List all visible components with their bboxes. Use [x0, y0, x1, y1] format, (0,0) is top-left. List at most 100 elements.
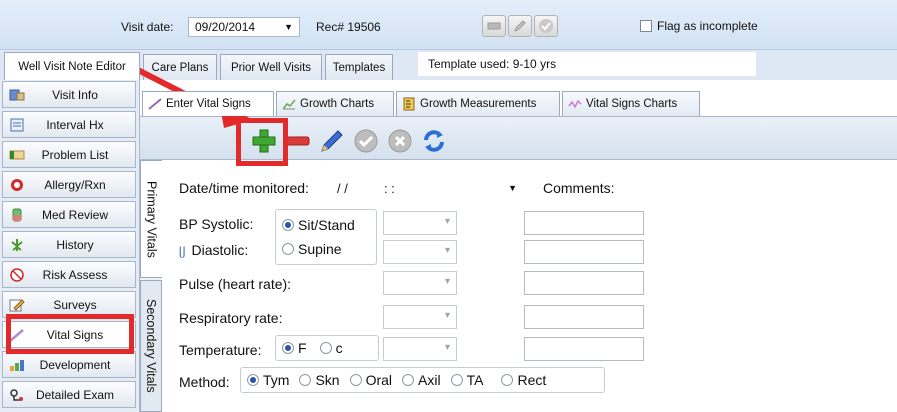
bp-systolic-dropdown[interactable] [383, 211, 457, 235]
method-label: Method: [179, 374, 230, 390]
header-edit-button[interactable] [508, 15, 532, 37]
edit-vitals-button[interactable] [318, 127, 346, 155]
radio-supine[interactable] [282, 243, 294, 255]
bp-position-group: Sit/Stand Supine [275, 209, 377, 265]
temp-unit-f[interactable]: F [282, 340, 307, 356]
highlight-vital-signs [6, 314, 134, 354]
note-icon [487, 22, 501, 30]
radio-sit-stand[interactable] [282, 219, 294, 231]
refresh-icon [424, 130, 444, 152]
method-oral[interactable]: Oral [349, 372, 392, 388]
chevron-down-icon: ▼ [284, 22, 293, 32]
method-ta[interactable]: TA [450, 372, 483, 388]
position-sit-stand[interactable]: Sit/Stand [282, 217, 355, 233]
sidebar-item-history[interactable]: History [2, 231, 136, 258]
bp-diastolic-dropdown[interactable] [383, 240, 457, 264]
radio-ta[interactable] [450, 374, 463, 386]
header-accept-button[interactable] [534, 15, 558, 37]
tab-secondary-vitals[interactable]: Secondary Vitals [140, 280, 162, 412]
sidebar: Visit Info Interval Hx Problem List Alle… [0, 80, 140, 412]
bp-systolic-label: BP Systolic: [179, 216, 254, 232]
bp-diastolic-row: ᥩ Diastolic: [179, 242, 248, 258]
tab-templates[interactable]: Templates [325, 54, 393, 80]
header-note-button[interactable] [482, 15, 506, 37]
bp-diastolic-comment[interactable] [524, 240, 644, 264]
allergy-icon [9, 177, 25, 193]
tab-primary-vitals[interactable]: Primary Vitals [140, 160, 162, 278]
pencil-icon [514, 20, 526, 32]
respiratory-label: Respiratory rate: [179, 310, 283, 326]
visit-date-select[interactable]: 09/20/2014 ▼ [188, 17, 300, 37]
bp-cuff-icon: ᥩ [179, 242, 186, 257]
tab-vital-signs-charts[interactable]: Vital Signs Charts [562, 91, 700, 116]
method-skn[interactable]: Skn [299, 372, 340, 388]
radio-f[interactable] [282, 342, 294, 354]
temperature-unit-group: F c [275, 335, 379, 361]
edit-icon [321, 130, 343, 152]
pulse-comment[interactable] [524, 271, 644, 295]
temp-unit-c[interactable]: c [319, 340, 343, 356]
primary-vitals-form: Date/time monitored: / / : : ▼ Comments:… [162, 160, 897, 412]
accept-icon [354, 129, 378, 153]
sidebar-item-interval-hx[interactable]: Interval Hx [2, 111, 136, 138]
surveys-icon [9, 297, 25, 313]
pulse-label: Pulse (heart rate): [179, 276, 292, 292]
bp-systolic-comment[interactable] [524, 211, 644, 235]
tab-growth-measurements[interactable]: Growth Measurements [396, 91, 560, 116]
temperature-dropdown[interactable] [383, 337, 457, 361]
growth-chart-icon [282, 99, 296, 110]
temperature-comment[interactable] [524, 337, 644, 361]
pulse-dropdown[interactable] [383, 271, 457, 295]
datetime-input[interactable]: / / : : ▼ [325, 176, 521, 200]
accept-vitals-button[interactable] [352, 127, 380, 155]
tab-prior-well-visits[interactable]: Prior Well Visits [220, 54, 322, 80]
tab-well-visit-note-editor[interactable]: Well Visit Note Editor [4, 52, 140, 80]
sidebar-item-risk-assess[interactable]: Risk Assess [2, 261, 136, 288]
refresh-vitals-button[interactable] [420, 127, 448, 155]
respiratory-dropdown[interactable] [383, 305, 457, 329]
radio-rect[interactable] [501, 374, 514, 386]
record-number: Rec# 19506 [316, 20, 381, 34]
visit-header: Visit date: 09/20/2014 ▼ Rec# 19506 Flag… [0, 0, 897, 50]
vitals-chart-icon [568, 99, 582, 109]
radio-tym[interactable] [247, 374, 259, 386]
sidebar-item-med-review[interactable]: Med Review [2, 201, 136, 228]
ruler-icon [403, 97, 415, 111]
radio-axil[interactable] [402, 374, 415, 386]
cancel-icon [388, 129, 412, 153]
method-axil[interactable]: Axil [402, 372, 441, 388]
radio-c[interactable] [319, 342, 332, 354]
risk-assess-icon [9, 267, 25, 283]
bp-diastolic-label: Diastolic: [191, 242, 249, 258]
detailed-exam-icon [9, 387, 25, 403]
med-review-icon [9, 207, 25, 223]
respiratory-comment[interactable] [524, 305, 644, 329]
tab-enter-vital-signs[interactable]: Enter Vital Signs [142, 91, 274, 116]
visit-info-icon [9, 87, 25, 103]
datetime-label: Date/time monitored: [179, 180, 309, 196]
radio-skn[interactable] [299, 374, 312, 386]
temperature-label: Temperature: [179, 342, 262, 358]
sidebar-item-detailed-exam[interactable]: Detailed Exam [2, 381, 136, 408]
comments-label: Comments: [543, 180, 615, 196]
sidebar-item-visit-info[interactable]: Visit Info [2, 81, 136, 108]
method-rect[interactable]: Rect [501, 372, 546, 388]
position-supine[interactable]: Supine [282, 241, 342, 257]
remove-vitals-button[interactable] [284, 127, 312, 155]
flag-checkbox[interactable] [640, 20, 652, 32]
template-used: Template used: 9-10 yrs [418, 52, 756, 76]
check-icon [539, 19, 553, 33]
sidebar-item-problem-list[interactable]: Problem List [2, 141, 136, 168]
flag-incomplete[interactable]: Flag as incomplete [640, 19, 758, 33]
sidebar-item-development[interactable]: Development [2, 351, 136, 378]
tab-growth-charts[interactable]: Growth Charts [276, 91, 394, 116]
visit-date-label: Visit date: [121, 20, 174, 34]
interval-hx-icon [9, 117, 25, 133]
cancel-vitals-button[interactable] [386, 127, 414, 155]
flag-label: Flag as incomplete [657, 19, 758, 33]
sidebar-item-allergy[interactable]: Allergy/Rxn [2, 171, 136, 198]
radio-oral[interactable] [349, 374, 362, 386]
method-tym[interactable]: Tym [247, 372, 289, 388]
history-icon [9, 237, 25, 253]
problem-list-icon [9, 147, 25, 163]
